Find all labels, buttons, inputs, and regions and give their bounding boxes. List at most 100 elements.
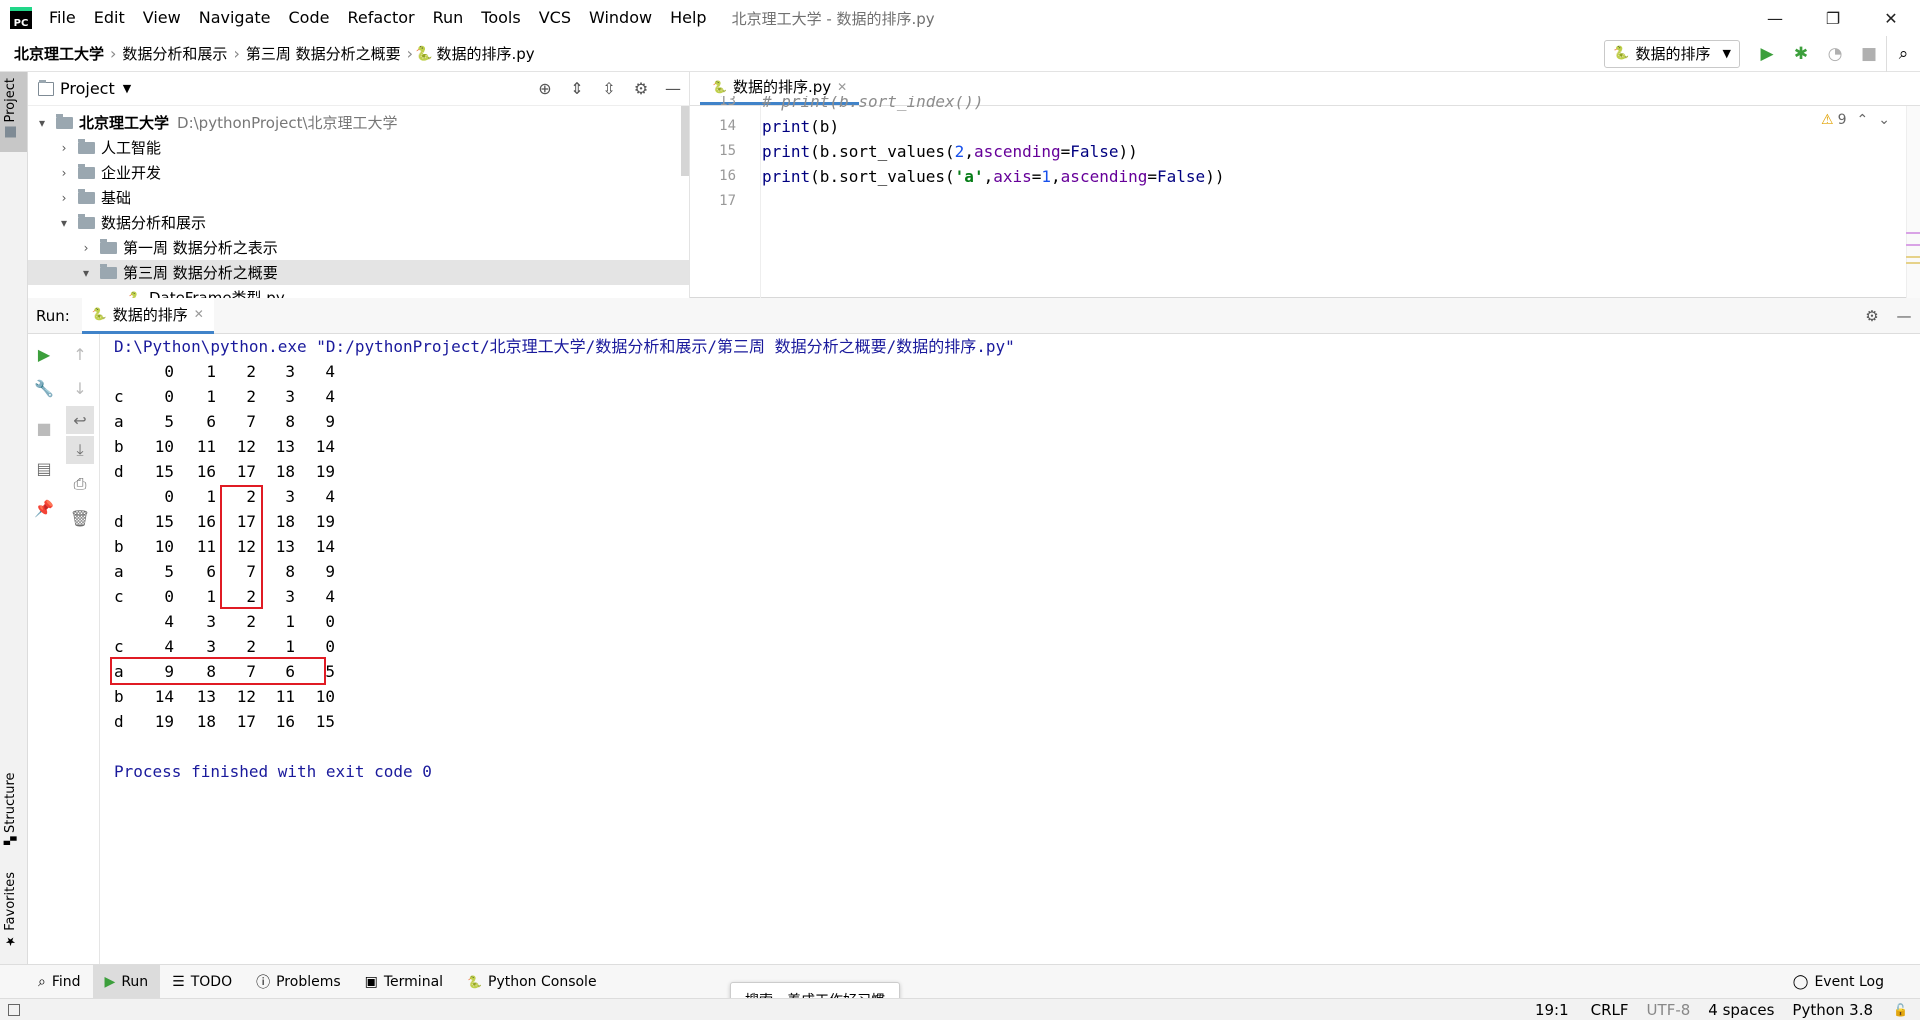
bottom-tab-terminal[interactable]: ▣ Terminal (353, 965, 455, 999)
structure-tool-tab[interactable]: ▚ Structure (3, 772, 18, 845)
breadcrumb-subfolder[interactable]: 第三周 数据分析之概要 (242, 43, 405, 64)
chevron-right-icon[interactable]: › (56, 191, 72, 205)
bottom-tab-run[interactable]: ▶ Run (92, 964, 161, 999)
layout-icon[interactable]: ▤ (30, 454, 58, 482)
table-header-cell: 3 (206, 612, 216, 631)
chevron-down-icon[interactable]: ▾ (56, 216, 72, 230)
wrench-icon[interactable]: 🔧 (30, 374, 58, 402)
close-tab-icon[interactable]: ✕ (194, 307, 204, 321)
project-tool-tab[interactable]: Project (3, 78, 18, 138)
menu-tools[interactable]: Tools (472, 0, 529, 36)
run-icon: ▶ (104, 973, 116, 990)
breadcrumb-file[interactable]: 数据的排序.py (432, 43, 538, 64)
line-separator[interactable]: CRLF (1591, 1001, 1629, 1019)
menu-edit[interactable]: Edit (85, 0, 134, 36)
pycharm-logo-icon: PC (10, 7, 32, 29)
tree-item-ai[interactable]: › 人工智能 (28, 135, 689, 160)
project-view-icon (38, 79, 54, 96)
run-tab-sort[interactable]: 🐍 数据的排序 ✕ (81, 297, 214, 334)
soft-wrap-icon[interactable]: ↩ (66, 406, 94, 434)
bottom-tab-python-console[interactable]: 🐍 Python Console (455, 965, 609, 999)
menu-file[interactable]: File (40, 0, 85, 36)
console-scrollbar[interactable] (1904, 334, 1920, 964)
debug-icon[interactable]: ✱ (1784, 36, 1818, 72)
code-line-13[interactable]: 13 # print(b.sort_index()) (690, 96, 1890, 114)
chevron-down-icon[interactable]: ▾ (78, 266, 94, 280)
tree-item-week1[interactable]: › 第一周 数据分析之表示 (28, 235, 689, 260)
menu-vcs[interactable]: VCS (530, 0, 580, 36)
breadcrumb-root[interactable]: 北京理工大学 (10, 43, 108, 64)
hide-panel-icon[interactable]: — (657, 79, 689, 98)
code-line-17[interactable]: 17 (690, 189, 1890, 214)
hide-panel-icon[interactable]: — (1888, 307, 1920, 325)
chevron-right-icon[interactable]: › (56, 141, 72, 155)
console-output[interactable]: D:\Python\python.exe "D:/pythonProject/北… (110, 334, 1904, 964)
close-tab-icon[interactable]: ✕ (837, 80, 847, 94)
run-panel-header: Run: 🐍 数据的排序 ✕ ⚙ — (28, 297, 1920, 334)
chevron-right-icon[interactable]: › (78, 241, 94, 255)
tree-item-root[interactable]: ▾ 北京理工大学 D:\pythonProject\北京理工大学 (28, 110, 689, 135)
coverage-icon[interactable]: ◔ (1818, 36, 1852, 72)
tree-item-data-analysis[interactable]: ▾ 数据分析和展示 (28, 210, 689, 235)
minimize-button[interactable]: — (1746, 0, 1804, 36)
gear-icon[interactable]: ⚙ (1856, 307, 1888, 325)
lock-icon[interactable]: 🔓 (1893, 1003, 1908, 1017)
collapse-all-icon[interactable]: ⇳ (593, 79, 625, 98)
favorites-tool-tab[interactable]: ★ Favorites (3, 872, 18, 949)
bottom-tab-find[interactable]: ⌕ Find (26, 965, 93, 999)
print-icon[interactable]: ⎙ (66, 470, 94, 498)
table-header-cell: 0 (325, 612, 335, 631)
menu-run[interactable]: Run (424, 0, 473, 36)
status-panel-icon[interactable] (8, 1003, 20, 1016)
tree-item-basics[interactable]: › 基础 (28, 185, 689, 210)
run-icon[interactable]: ▶ (1750, 36, 1784, 72)
tree-item-enterprise[interactable]: › 企业开发 (28, 160, 689, 185)
project-panel-title[interactable]: Project (60, 79, 115, 98)
tree-item-week3[interactable]: ▾ 第三周 数据分析之概要 (28, 260, 689, 285)
caret-down-icon[interactable]: ▼ (123, 82, 131, 95)
tree-item-dataframe-file[interactable]: 🐍 DateFrame类型.py (28, 285, 689, 298)
table-cell: 18 (275, 462, 295, 481)
project-panel-header: Project ▼ ⊕ ⇕ ⇳ ⚙ — (28, 72, 689, 106)
trash-icon[interactable]: 🗑 (66, 504, 94, 532)
bottom-tab-problems[interactable]: ⓘ Problems (244, 965, 353, 999)
close-window-button[interactable]: ✕ (1862, 0, 1920, 36)
expand-all-icon[interactable]: ⇕ (561, 79, 593, 98)
chevron-right-icon: › (406, 44, 414, 63)
menu-navigate[interactable]: Navigate (190, 0, 280, 36)
status-bar: 19:1 CRLF UTF-8 4 spaces Python 3.8 🔓 (0, 998, 1920, 1020)
stop-icon[interactable]: ■ (30, 414, 58, 442)
rerun-icon[interactable]: ▶ (30, 340, 58, 368)
arrow-down-icon[interactable]: ↓ (66, 374, 94, 402)
indent-setting[interactable]: 4 spaces (1708, 1001, 1774, 1019)
run-configuration-select[interactable]: 🐍 数据的排序 ▼ (1604, 39, 1740, 68)
menu-view[interactable]: View (134, 0, 190, 36)
chevron-right-icon[interactable]: › (56, 166, 72, 180)
locate-icon[interactable]: ⊕ (529, 79, 561, 98)
search-icon[interactable]: ⌕ (1886, 35, 1920, 72)
breadcrumb-folder[interactable]: 数据分析和展示 (118, 43, 231, 64)
bottom-tab-todo[interactable]: ☰ TODO (160, 965, 244, 999)
restore-button[interactable]: ❐ (1804, 0, 1862, 36)
python-interpreter[interactable]: Python 3.8 (1792, 1001, 1873, 1019)
code-line-15[interactable]: 15 print(b.sort_values(2,ascending=False)… (690, 139, 1890, 164)
pin-icon[interactable]: 📌 (30, 494, 58, 522)
caret-position[interactable]: 19:1 (1535, 1001, 1569, 1019)
menu-help[interactable]: Help (661, 0, 715, 36)
code-line-16[interactable]: 16 print(b.sort_values('a',axis=1,ascendi… (690, 164, 1890, 189)
code-line-14[interactable]: 14 print(b) (690, 114, 1890, 139)
editor-scrollbar[interactable] (1906, 106, 1920, 298)
file-encoding[interactable]: UTF-8 (1647, 1001, 1691, 1019)
stop-icon[interactable]: ■ (1852, 36, 1886, 72)
menu-code[interactable]: Code (280, 0, 339, 36)
chevron-down-icon[interactable]: ▾ (34, 116, 50, 130)
gear-icon[interactable]: ⚙ (625, 79, 657, 98)
arrow-up-icon[interactable]: ↑ (66, 340, 94, 368)
table-row-index: d (114, 712, 124, 731)
menu-refactor[interactable]: Refactor (338, 0, 423, 36)
menu-window[interactable]: Window (580, 0, 661, 36)
event-log-button[interactable]: ◯ Event Log (1781, 965, 1896, 999)
project-scrollbar[interactable] (681, 106, 689, 176)
scroll-to-end-icon[interactable]: ⤓ (66, 436, 94, 464)
table-cell: 4 (164, 637, 174, 656)
